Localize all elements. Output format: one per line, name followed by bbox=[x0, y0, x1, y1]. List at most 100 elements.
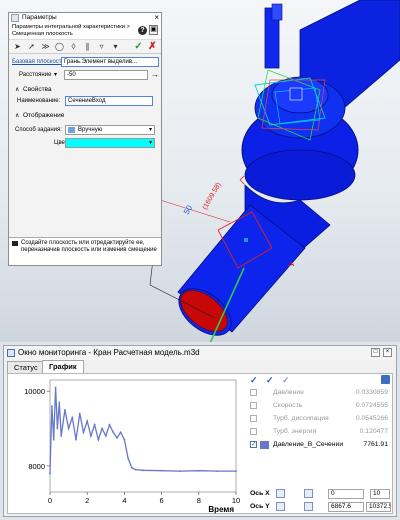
axis-y-max-input[interactable]: 10372.5 bbox=[366, 502, 391, 512]
axis-x-range-icon[interactable] bbox=[304, 489, 313, 498]
name-input[interactable]: СечениеВход bbox=[65, 96, 153, 106]
method-select[interactable]: Вручную ▾ bbox=[65, 125, 155, 135]
legend-checkbox[interactable] bbox=[250, 428, 257, 435]
legend-item[interactable]: Скорость 0.0724555 bbox=[244, 399, 392, 412]
chevron-down-icon: ▾ bbox=[148, 140, 152, 146]
axis-x-auto-icon[interactable] bbox=[276, 489, 285, 498]
series-point bbox=[71, 416, 74, 419]
plane-point-icon[interactable]: ≫ bbox=[40, 41, 51, 52]
axis-y-range-icon[interactable] bbox=[304, 502, 313, 511]
panel-titlebar: Параметры × bbox=[9, 13, 161, 23]
cancel-icon[interactable]: ✗ bbox=[147, 41, 158, 52]
series-point bbox=[179, 470, 182, 472]
legend-checkbox[interactable] bbox=[250, 440, 257, 448]
chevron-down-icon[interactable]: ▾ bbox=[110, 41, 121, 52]
x-tick-label: 2 bbox=[85, 496, 89, 505]
series-point bbox=[142, 469, 144, 472]
series-point bbox=[235, 470, 237, 472]
close-icon[interactable]: × bbox=[383, 348, 392, 357]
legend-item[interactable]: Турб. диссипация 0.0545266 bbox=[244, 412, 392, 425]
base-plane-label[interactable]: Базовая плоскость bbox=[12, 59, 65, 65]
series-point bbox=[86, 420, 89, 422]
legend-value: 7761.91 bbox=[363, 441, 388, 448]
save-icon[interactable] bbox=[381, 375, 390, 384]
axis-y-min-input[interactable]: 6867.6 bbox=[328, 502, 364, 512]
plane-angle-icon[interactable]: ➚ bbox=[26, 41, 37, 52]
series-point bbox=[78, 412, 81, 415]
legend-item[interactable]: Давление_В_Сечении 7761.91 bbox=[244, 438, 392, 451]
check-all-icon[interactable]: ✓ bbox=[266, 375, 274, 386]
legend-checkbox[interactable] bbox=[250, 415, 257, 422]
monitor-title: Окно мониторинга - Кран Расчетная модель… bbox=[18, 348, 200, 357]
hint-icon bbox=[12, 241, 18, 246]
restore-icon[interactable]: □ bbox=[371, 348, 380, 357]
confirm-icon[interactable]: ✓ bbox=[133, 41, 144, 52]
series-point bbox=[101, 427, 103, 430]
help-icon[interactable]: ? bbox=[138, 26, 147, 35]
series-point bbox=[56, 427, 59, 430]
series-point bbox=[127, 457, 130, 460]
axis-y-auto-icon[interactable] bbox=[276, 502, 285, 511]
parameters-panel: Параметры × Параметры интегральной харак… bbox=[8, 12, 162, 266]
display-section[interactable]: Отображение bbox=[9, 111, 161, 121]
legend-value: 0.0545266 bbox=[355, 415, 388, 422]
check-icon[interactable]: ✓ bbox=[250, 375, 258, 386]
properties-section[interactable]: Свойства bbox=[9, 85, 161, 95]
x-tick-label: 0 bbox=[48, 496, 52, 505]
legend-toolbar: ✓ ✓ ✓ bbox=[244, 374, 392, 386]
series-point bbox=[97, 438, 100, 441]
app-icon bbox=[11, 14, 19, 22]
series-point bbox=[90, 435, 92, 437]
series-point bbox=[54, 386, 57, 389]
chart-svg: 0 2 4 6 8 10 8000 10000 Время bbox=[24, 379, 240, 514]
tab-status[interactable]: Статус bbox=[7, 361, 45, 373]
monitor-icon bbox=[7, 349, 15, 357]
uncheck-icon[interactable]: ✓ bbox=[282, 375, 290, 386]
model-viewport[interactable]: (1609.58) 50 Параметры × Параметры интег… bbox=[0, 0, 400, 342]
chevron-down-icon[interactable]: ▾ bbox=[54, 71, 57, 78]
plane-offset-icon[interactable]: ➤ bbox=[12, 41, 23, 52]
series-point bbox=[63, 408, 66, 411]
dim-size-label: (1609.58) bbox=[202, 182, 223, 211]
pin-icon[interactable]: ▣ bbox=[149, 25, 158, 35]
monitoring-window: Окно мониторинга - Кран Расчетная модель… bbox=[3, 345, 397, 517]
color-picker[interactable]: ▾ bbox=[65, 138, 155, 148]
legend-name: Давление bbox=[273, 389, 304, 396]
close-icon[interactable]: × bbox=[154, 13, 159, 23]
legend-item[interactable]: Давление 0.0330859 bbox=[244, 386, 392, 399]
legend-checkbox[interactable] bbox=[250, 389, 257, 396]
series-point bbox=[58, 401, 61, 404]
tab-chart[interactable]: График bbox=[42, 360, 84, 373]
series-point bbox=[82, 431, 85, 434]
plane-normal-icon[interactable]: ◯ bbox=[54, 41, 65, 52]
axis-x-max-input[interactable]: 10 bbox=[370, 489, 390, 499]
series-point bbox=[104, 435, 107, 437]
legend-checkbox[interactable] bbox=[250, 402, 257, 409]
axis-x-min-input[interactable]: 0 bbox=[328, 489, 364, 499]
plane-mid-icon[interactable]: ▿ bbox=[96, 41, 107, 52]
legend-swatch bbox=[260, 441, 269, 449]
distance-input[interactable]: -50 bbox=[64, 70, 148, 80]
series-point bbox=[116, 436, 118, 439]
legend-value: 0.0724555 bbox=[355, 402, 388, 409]
x-tick-label: 4 bbox=[122, 496, 126, 505]
legend-list: Давление 0.0330859 Скорость 0.0724555 Ту… bbox=[244, 386, 392, 451]
plane-parallel-icon[interactable]: ∥ bbox=[82, 41, 93, 52]
chart-area[interactable]: 0 2 4 6 8 10 8000 10000 Время bbox=[8, 374, 242, 514]
series-point bbox=[160, 469, 163, 472]
base-plane-field[interactable]: Грань.Элемент выделив... bbox=[61, 57, 159, 67]
dim-offset-label: 50 bbox=[182, 203, 195, 216]
panel-toolbar: ➤ ➚ ≫ ◯ ◊ ∥ ▿ ▾ ✓ ✗ bbox=[9, 40, 161, 54]
axis-x-label: Ось X bbox=[250, 490, 270, 497]
series-point bbox=[75, 438, 77, 441]
legend-name: Давление_В_Сечении bbox=[273, 441, 344, 448]
series-point bbox=[216, 470, 219, 472]
base-plane-row: Базовая плоскость Грань.Элемент выделив.… bbox=[9, 56, 161, 69]
direction-arrow-icon[interactable]: → bbox=[151, 70, 159, 79]
legend-name: Турб. энергия bbox=[273, 428, 317, 435]
distance-row: Расстояние ▾ -50 → bbox=[9, 69, 161, 82]
legend-item[interactable]: Турб. энергия 0.120477 bbox=[244, 425, 392, 438]
axis-y-row: Ось Y 6867.6 10372.5 bbox=[244, 501, 392, 513]
series-point bbox=[130, 466, 133, 469]
plane-tangent-icon[interactable]: ◊ bbox=[68, 41, 79, 52]
